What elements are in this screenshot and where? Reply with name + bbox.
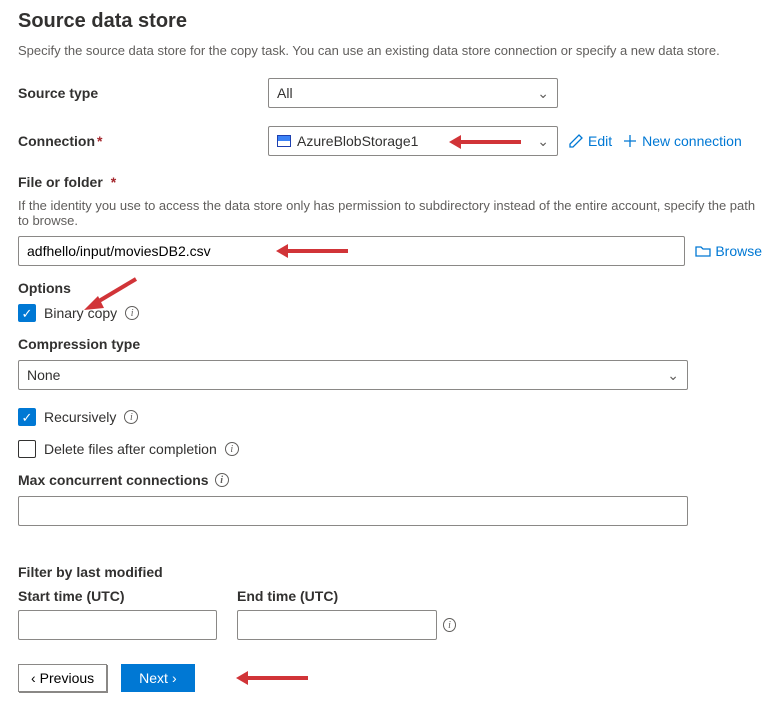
info-icon[interactable]: i <box>124 410 138 424</box>
compression-type-label: Compression type <box>18 336 762 352</box>
connection-select[interactable]: AzureBlobStorage1 ⌄ <box>268 126 558 156</box>
info-icon[interactable]: i <box>225 442 239 456</box>
max-concurrent-input[interactable] <box>18 496 688 526</box>
connection-value: AzureBlobStorage1 <box>297 133 418 149</box>
pencil-icon <box>568 133 584 149</box>
info-icon[interactable]: i <box>443 618 456 632</box>
end-time-label: End time (UTC) <box>237 588 456 604</box>
recursively-checkbox[interactable]: ✓ <box>18 408 36 426</box>
previous-button[interactable]: ‹ Previous <box>18 664 107 692</box>
options-label: Options <box>18 280 762 296</box>
chevron-right-icon: › <box>172 670 177 686</box>
storage-icon <box>277 135 291 147</box>
delete-after-label: Delete files after completion <box>44 441 217 457</box>
filter-label: Filter by last modified <box>18 564 762 580</box>
source-type-label: Source type <box>18 85 258 101</box>
edit-connection-button[interactable]: Edit <box>568 133 612 149</box>
file-folder-hint: If the identity you use to access the da… <box>18 198 762 228</box>
start-time-input[interactable] <box>18 610 217 640</box>
new-connection-button[interactable]: New connection <box>622 133 742 149</box>
source-type-value: All <box>277 85 293 101</box>
check-icon: ✓ <box>22 411 33 424</box>
file-folder-label: File or folder* <box>18 174 762 190</box>
chevron-left-icon: ‹ <box>31 670 36 686</box>
binary-copy-label: Binary copy <box>44 305 117 321</box>
start-time-label: Start time (UTC) <box>18 588 217 604</box>
binary-copy-checkbox[interactable]: ✓ <box>18 304 36 322</box>
max-concurrent-label: Max concurrent connections i <box>18 472 762 488</box>
file-folder-input[interactable] <box>18 236 685 266</box>
chevron-down-icon: ⌄ <box>537 85 549 102</box>
connection-label: Connection* <box>18 133 258 149</box>
browse-button[interactable]: Browse <box>695 243 762 259</box>
compression-type-select[interactable]: None ⌄ <box>18 360 688 390</box>
plus-icon <box>622 133 638 149</box>
delete-after-checkbox[interactable] <box>18 440 36 458</box>
page-title: Source data store <box>18 10 762 33</box>
page-description: Specify the source data store for the co… <box>18 43 762 58</box>
recursively-label: Recursively <box>44 409 116 425</box>
source-type-select[interactable]: All ⌄ <box>268 78 558 108</box>
chevron-down-icon: ⌄ <box>667 367 679 384</box>
chevron-down-icon: ⌄ <box>537 133 549 150</box>
check-icon: ✓ <box>22 307 33 320</box>
folder-icon <box>695 243 711 259</box>
end-time-input[interactable] <box>237 610 437 640</box>
info-icon[interactable]: i <box>125 306 139 320</box>
next-button[interactable]: Next › <box>121 664 194 692</box>
compression-type-value: None <box>27 367 60 383</box>
annotation-arrow-icon <box>233 668 313 688</box>
info-icon[interactable]: i <box>215 473 229 487</box>
